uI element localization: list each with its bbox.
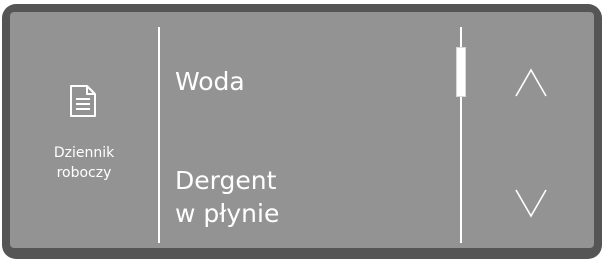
scroll-up-button[interactable]	[462, 20, 594, 130]
chevron-up-icon	[515, 68, 547, 97]
list-item-liquid-detergent[interactable]: Dergent w płynie	[175, 164, 279, 230]
work-log-label: Dziennik roboczy	[10, 143, 158, 183]
list-item-water[interactable]: Woda	[175, 65, 245, 98]
chevron-down-icon	[515, 189, 547, 218]
menu-button-work-log[interactable]: Dziennik roboczy	[10, 12, 158, 248]
device-frame: Dziennik roboczy Woda Dergent w płynie	[2, 4, 602, 259]
scroll-down-button[interactable]	[462, 130, 594, 240]
list-item-label-line1: Dergent	[175, 166, 277, 195]
left-divider	[158, 27, 160, 243]
list-item-label: Woda	[175, 67, 245, 96]
document-icon	[70, 85, 96, 117]
work-log-label-line2: roboczy	[56, 165, 112, 181]
list-item-label-line2: w płynie	[175, 199, 280, 228]
display-screen: Dziennik roboczy Woda Dergent w płynie	[10, 12, 594, 248]
work-log-label-line1: Dziennik	[53, 145, 115, 161]
